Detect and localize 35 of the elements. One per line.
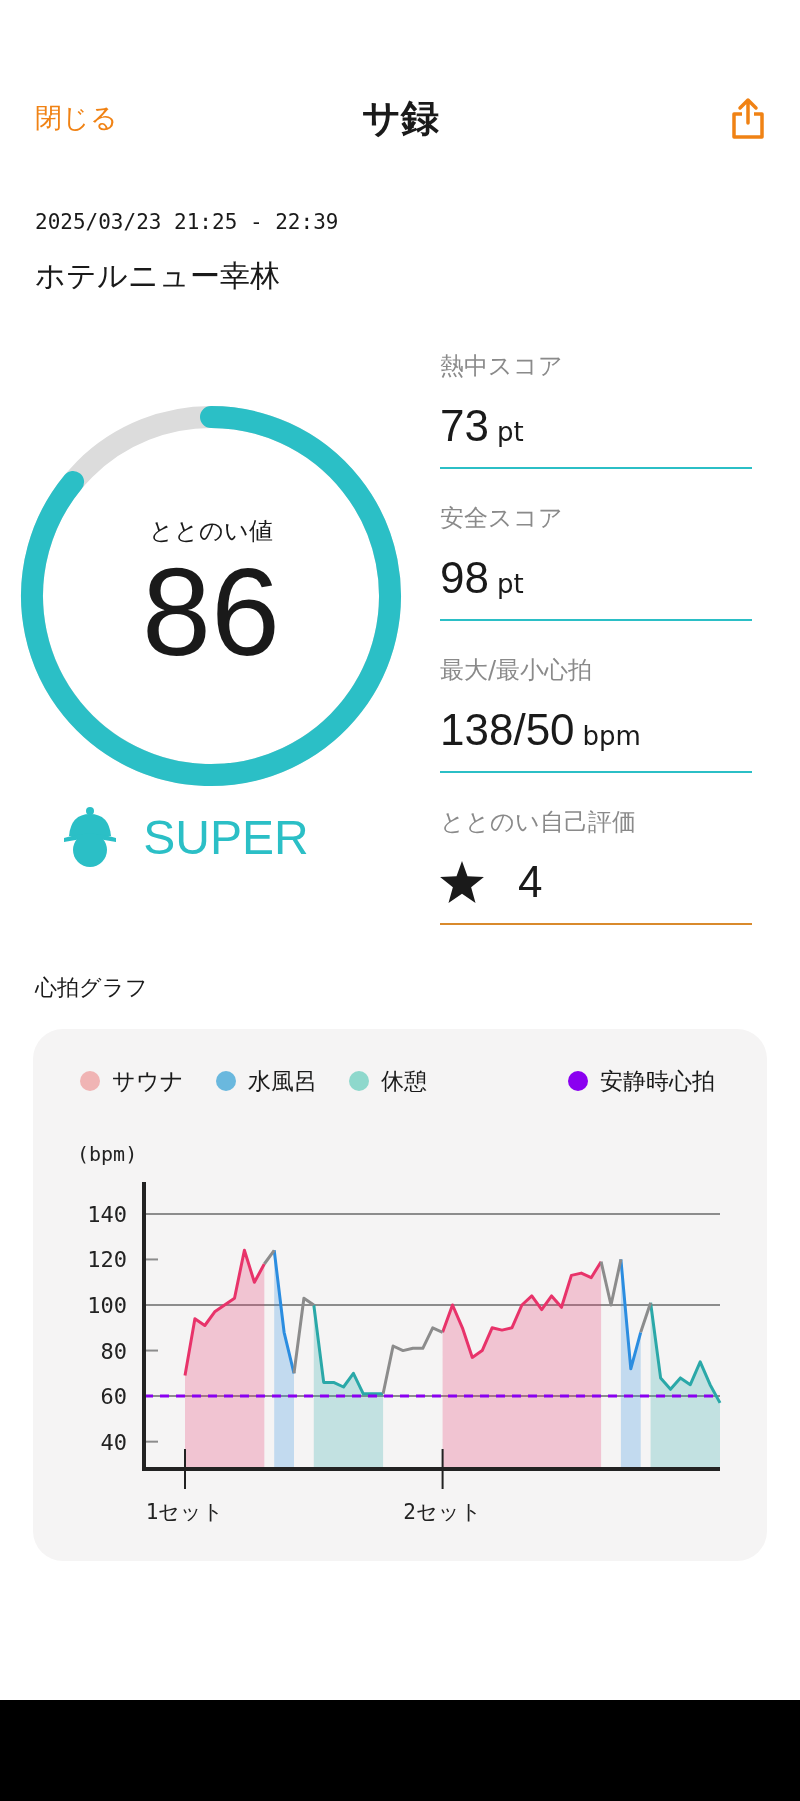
- stat-unit: pt: [496, 569, 524, 599]
- gauge-value: 86: [142, 546, 280, 678]
- stat-unit: pt: [496, 417, 524, 447]
- legend-label: 水風呂: [248, 1066, 317, 1096]
- stat-label: 安全スコア: [440, 503, 564, 534]
- star-icon: [440, 861, 484, 903]
- stat-label: 最大/最小心拍: [440, 655, 594, 686]
- stat-value: 73: [440, 400, 489, 452]
- legend-label: 休憩: [381, 1066, 427, 1096]
- y-tick-label: 60: [100, 1384, 127, 1410]
- stat-label: 熱中スコア: [440, 351, 564, 382]
- facility-name: ホテルニュー幸林: [35, 257, 281, 295]
- section-title: 心拍グラフ: [35, 974, 149, 1002]
- rank-label: SUPER: [143, 809, 309, 865]
- y-tick-label: 40: [100, 1429, 127, 1455]
- y-tick-label: 100: [87, 1293, 127, 1318]
- share-icon[interactable]: [731, 97, 765, 139]
- y-tick-label: 80: [100, 1338, 127, 1364]
- page-title: サ録: [361, 94, 439, 142]
- stat-label: ととのい自己評価: [440, 807, 637, 838]
- stat-value: 98: [440, 552, 489, 604]
- close-button[interactable]: 閉じる: [35, 100, 118, 136]
- stat-unit: bpm: [582, 721, 641, 751]
- mascot-icon: [63, 806, 118, 868]
- y-tick-label: 120: [87, 1247, 127, 1273]
- x-tick-label: 2セット: [403, 1500, 482, 1524]
- legend-label: 安静時心拍: [600, 1066, 715, 1096]
- session-datetime: 2025/03/23 21:25 - 22:39: [35, 210, 340, 234]
- rating-value: 4: [518, 856, 543, 908]
- y-tick-label: 140: [87, 1201, 127, 1227]
- x-tick-label: 1セット: [145, 1500, 225, 1524]
- y-axis-label: (bpm): [77, 1142, 138, 1166]
- stat-value: 138/50: [440, 704, 575, 756]
- legend-label: サウナ: [112, 1066, 184, 1096]
- gauge-label: ととのい値: [149, 515, 273, 547]
